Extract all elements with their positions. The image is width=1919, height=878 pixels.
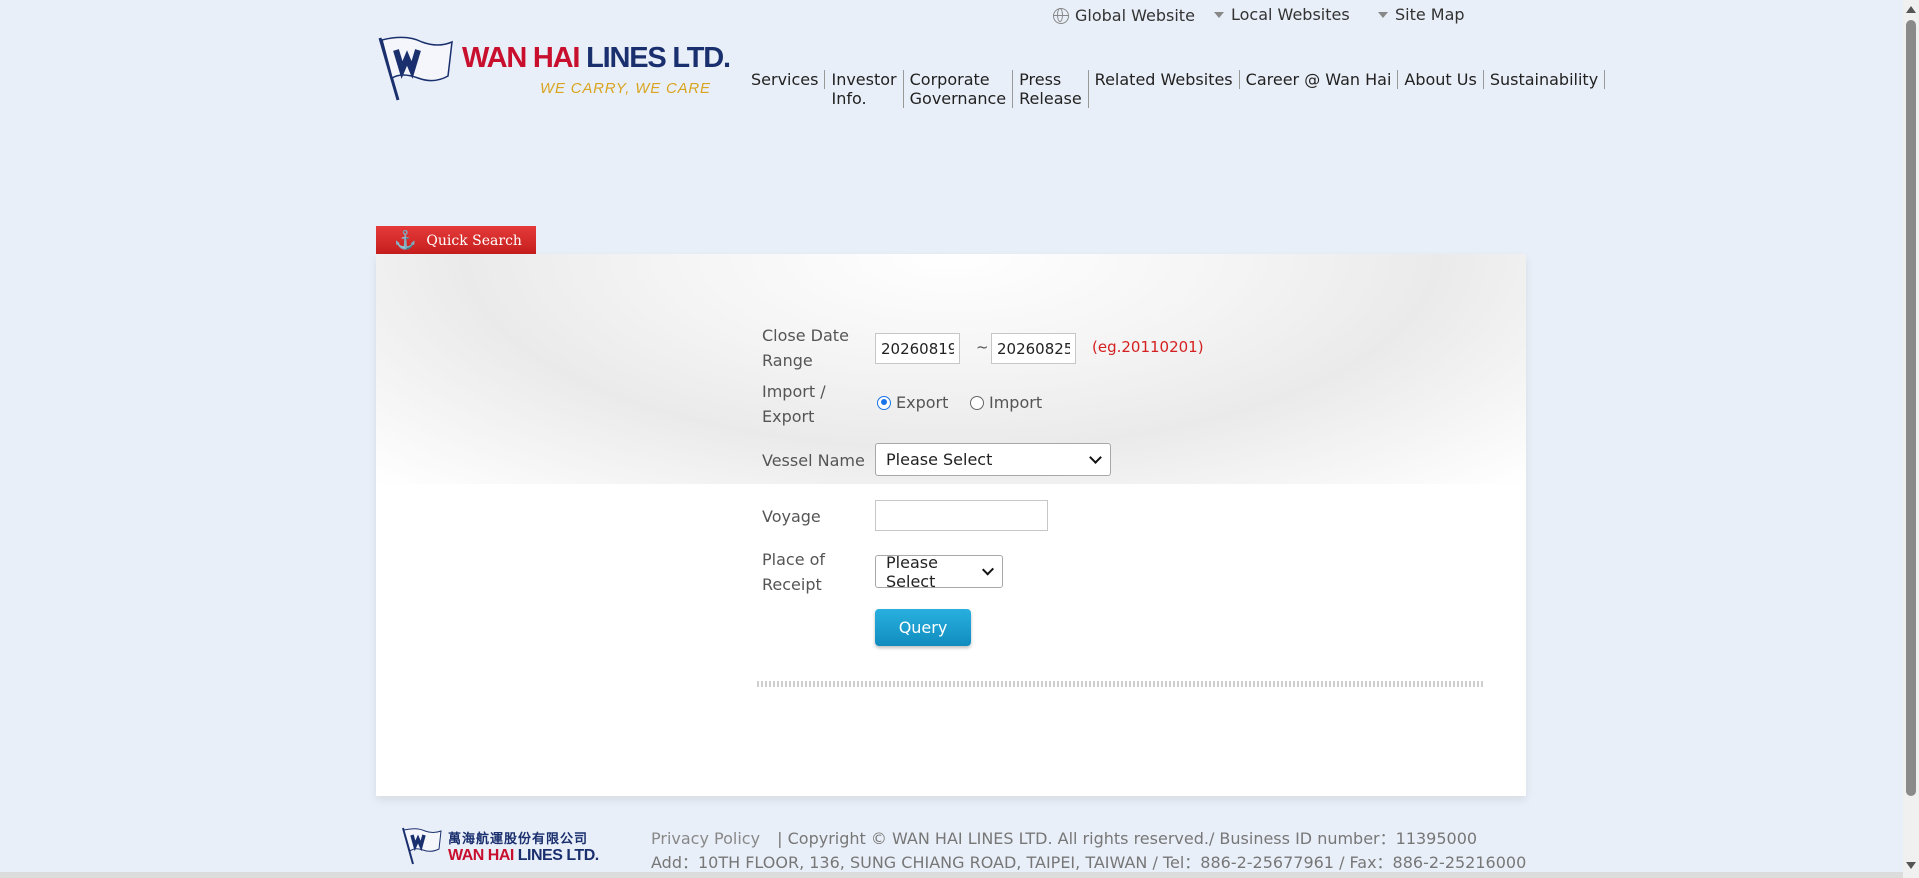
nav-press-release[interactable]: Press Release xyxy=(1013,70,1089,108)
horizontal-scrollbar[interactable] xyxy=(0,872,1903,878)
import-export-label-2: Export xyxy=(762,407,815,426)
logo-tagline: WE CARRY, WE CARE xyxy=(540,80,711,97)
chevron-down-icon xyxy=(1089,451,1102,464)
import-export-label: Import / Export xyxy=(762,379,826,429)
export-radio-option[interactable]: Export xyxy=(877,393,948,412)
nav-sustainability-label: Sustainability xyxy=(1489,70,1599,89)
voyage-input[interactable] xyxy=(875,500,1048,531)
global-website-link[interactable]: Global Website xyxy=(1053,6,1195,25)
nav-sustainability[interactable]: Sustainability xyxy=(1484,70,1606,89)
vessel-name-label: Vessel Name xyxy=(762,451,865,470)
site-map-link[interactable]: Site Map xyxy=(1378,5,1465,24)
query-button[interactable]: Query xyxy=(875,609,971,646)
nav-career[interactable]: Career @ Wan Hai xyxy=(1240,70,1399,89)
nav-investor-info[interactable]: Investor Info. xyxy=(825,70,904,108)
date-format-hint: (eg.20110201) xyxy=(1092,338,1204,356)
local-websites-dropdown[interactable]: Local Websites xyxy=(1214,5,1350,24)
nav-corporate-governance[interactable]: Corporate Governance xyxy=(904,70,1014,108)
scroll-down-arrow-icon[interactable] xyxy=(1906,862,1916,869)
local-websites-label: Local Websites xyxy=(1231,5,1350,24)
close-date-label-1: Close Date xyxy=(762,326,849,345)
scroll-up-arrow-icon[interactable] xyxy=(1906,6,1916,13)
anchor-icon: ⚓ xyxy=(394,230,417,251)
export-radio-label: Export xyxy=(896,393,949,412)
place-of-receipt-select[interactable]: Please Select xyxy=(875,552,1003,591)
global-website-label: Global Website xyxy=(1075,6,1195,25)
close-date-from-input[interactable] xyxy=(875,333,960,364)
nav-press-label-1: Press xyxy=(1019,70,1062,89)
site-map-label: Site Map xyxy=(1395,5,1465,24)
nav-related-websites[interactable]: Related Websites xyxy=(1089,70,1240,89)
globe-icon xyxy=(1053,7,1069,24)
voyage-label: Voyage xyxy=(762,507,821,526)
logo-wordmark-red: WAN HAI xyxy=(462,42,580,74)
nav-investor-label-1: Investor xyxy=(831,70,897,89)
logo-wordmark[interactable]: WAN HAI LINES LTD. xyxy=(462,42,731,75)
vessel-name-selected: Please Select xyxy=(886,450,993,469)
nav-services[interactable]: Services xyxy=(748,70,826,89)
footer-english-name: WAN HAI LINES LTD. xyxy=(448,847,599,865)
footer-copyright: | Copyright © WAN HAI LINES LTD. All rig… xyxy=(777,829,1478,848)
chevron-down-icon xyxy=(982,563,995,576)
footer-name-red: WAN HAI xyxy=(448,847,514,864)
logo-wordmark-rest: LINES LTD. xyxy=(579,42,731,74)
quick-search-tab[interactable]: ⚓ Quick Search xyxy=(376,226,536,255)
nav-investor-label-2: Info. xyxy=(831,89,867,108)
nav-about-label: About Us xyxy=(1404,70,1477,89)
footer-address: Add：10TH FLOOR, 136, SUNG CHIANG ROAD, T… xyxy=(651,853,1527,872)
place-of-receipt-label-1: Place of xyxy=(762,550,826,569)
date-range-separator: ~ xyxy=(976,338,989,356)
close-date-to-input[interactable] xyxy=(991,333,1076,364)
footer-copyright-line: Privacy Policy | Copyright © WAN HAI LIN… xyxy=(651,825,1477,849)
nav-related-label: Related Websites xyxy=(1094,70,1233,89)
footer-flag-logo xyxy=(402,827,442,865)
nav-press-label-2: Release xyxy=(1019,89,1082,108)
scrollbar-thumb[interactable] xyxy=(1906,20,1916,796)
nav-career-label: Career @ Wan Hai xyxy=(1245,70,1392,89)
export-radio[interactable] xyxy=(877,395,891,410)
import-radio-label: Import xyxy=(989,393,1043,412)
quick-search-label: Quick Search xyxy=(426,232,522,249)
nav-corporate-label-2: Governance xyxy=(909,89,1007,108)
vessel-name-select[interactable]: Please Select xyxy=(875,443,1111,476)
footer-chinese-name: 萬海航運股份有限公司 xyxy=(448,832,589,847)
import-radio[interactable] xyxy=(970,395,984,410)
nav-services-label: Services xyxy=(751,70,819,89)
import-export-label-1: Import / xyxy=(762,382,826,401)
privacy-policy-link[interactable]: Privacy Policy xyxy=(651,829,760,848)
footer-name-rest: LINES LTD. xyxy=(513,847,599,864)
triangle-down-icon xyxy=(1378,11,1388,18)
close-date-label: Close Date Range xyxy=(762,323,849,373)
main-nav: Services Investor Info. Corporate Govern… xyxy=(748,70,1606,108)
nav-corporate-label-1: Corporate xyxy=(909,70,990,89)
nav-about-us[interactable]: About Us xyxy=(1398,70,1484,89)
import-radio-option[interactable]: Import xyxy=(970,393,1042,412)
wan-hai-flag-logo[interactable] xyxy=(376,36,456,102)
close-date-label-2: Range xyxy=(762,351,813,370)
dotted-divider xyxy=(757,681,1483,687)
place-of-receipt-label-2: Receipt xyxy=(762,575,822,594)
triangle-down-icon xyxy=(1214,11,1224,18)
place-of-receipt-label: Place of Receipt xyxy=(762,547,825,597)
place-of-receipt-selected: Please Select xyxy=(886,552,938,591)
